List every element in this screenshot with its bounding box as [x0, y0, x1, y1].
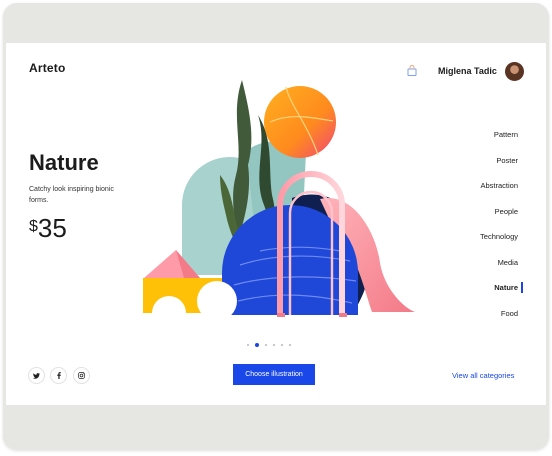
page-title: Nature: [29, 150, 99, 175]
instagram-icon: [78, 372, 85, 379]
view-all-categories-link[interactable]: View all categories: [452, 371, 514, 380]
category-item-food[interactable]: Food: [440, 306, 518, 332]
hero-illustration: [143, 80, 415, 317]
category-item-nature[interactable]: Nature: [440, 280, 518, 306]
twitter-button[interactable]: [28, 367, 45, 384]
category-item-pattern[interactable]: Pattern: [440, 127, 518, 153]
active-category-marker: [521, 282, 523, 293]
category-item-technology[interactable]: Technology: [440, 229, 518, 255]
price: $35: [29, 213, 67, 244]
category-list: Pattern Poster Abstraction People Techno…: [440, 127, 518, 331]
hero-subtitle: Catchy look inspiring bionic forms.: [29, 186, 114, 204]
instagram-button[interactable]: [73, 367, 90, 384]
facebook-button[interactable]: [50, 367, 67, 384]
twitter-icon: [33, 372, 40, 379]
pagination-dot[interactable]: [281, 344, 283, 346]
pagination-dot-active[interactable]: [255, 343, 259, 347]
category-item-abstraction[interactable]: Abstraction: [440, 178, 518, 204]
price-currency: $: [29, 218, 38, 235]
price-value: 35: [37, 213, 67, 243]
avatar[interactable]: [505, 62, 524, 81]
pagination-dot[interactable]: [273, 344, 275, 346]
category-item-media[interactable]: Media: [440, 255, 518, 281]
carousel-pagination: [247, 342, 291, 348]
user-name[interactable]: Miglena Tadic: [438, 66, 497, 76]
pagination-dot[interactable]: [289, 344, 291, 346]
brand-logo[interactable]: Arteto: [29, 61, 66, 75]
pagination-dot[interactable]: [247, 344, 249, 346]
choose-illustration-button[interactable]: Choose illustration: [233, 364, 315, 385]
facebook-icon: [56, 372, 61, 379]
category-item-poster[interactable]: Poster: [440, 153, 518, 179]
category-item-people[interactable]: People: [440, 204, 518, 230]
sun-shape: [264, 86, 336, 158]
pagination-dot[interactable]: [265, 344, 267, 346]
